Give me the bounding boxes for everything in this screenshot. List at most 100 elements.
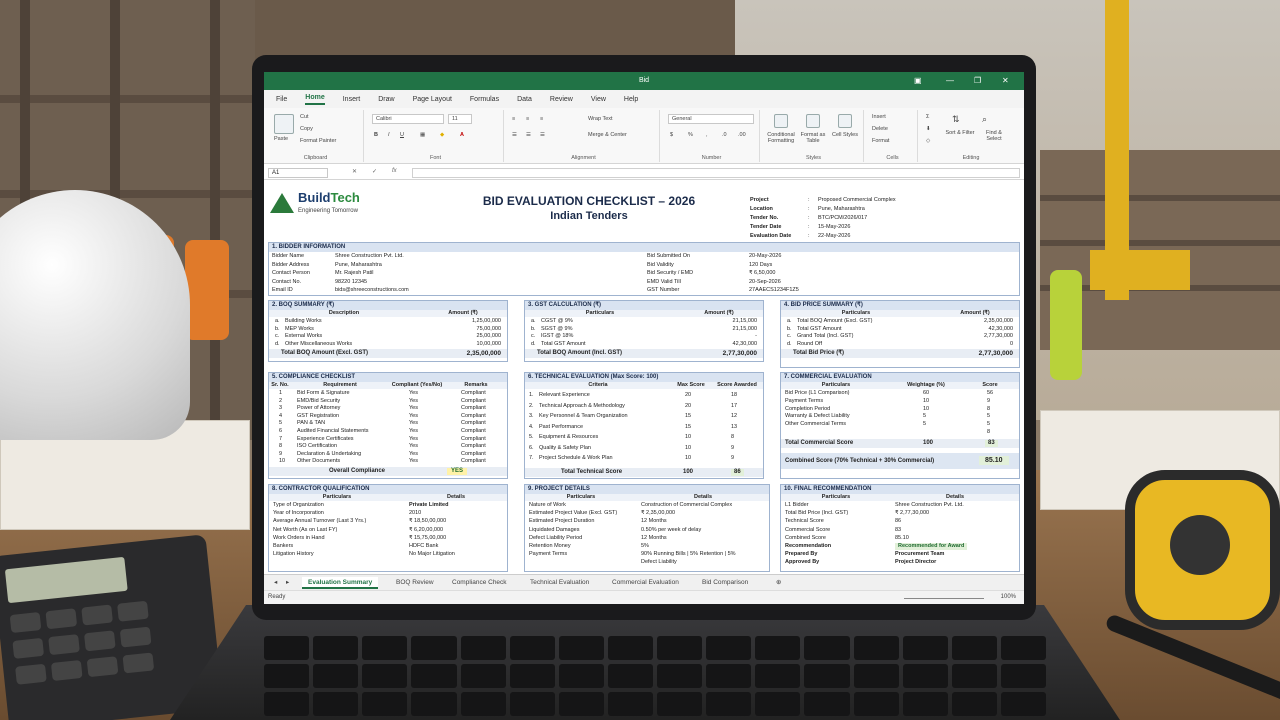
project-info-row: Tender No.: BTC/PCM/2026/017 [750,214,896,223]
name-box[interactable]: A1 [268,168,328,178]
score: 5 [987,413,991,420]
cancel-icon[interactable]: ✕ [352,168,357,175]
align-center-icon[interactable]: ☰ [526,132,531,138]
autosum-icon[interactable]: Σ [926,114,929,120]
row-amount: 25,00,000 [476,333,501,339]
align-middle-icon[interactable]: ≡ [526,116,529,122]
ribbon-display-icon[interactable]: ▣ [914,76,922,85]
tab-bid-comparison[interactable]: Bid Comparison [696,577,754,589]
italic-icon[interactable]: I [388,132,390,138]
percent-icon[interactable]: % [688,132,693,138]
align-bottom-icon[interactable]: ≡ [540,116,543,122]
format-table-button[interactable]: Format as Table [798,132,828,144]
project-info-colon: : [808,197,810,203]
project-info-key: Tender No. [750,215,779,221]
borders-icon[interactable]: ▦ [420,132,425,138]
row-index: 3. [529,413,534,419]
cell-styles-icon[interactable] [838,114,852,128]
sort-filter-button[interactable]: Sort & Filter [944,130,976,136]
compliance-checklist-section: 5. COMPLIANCE CHECKLIST Sr. No. Requireme… [268,372,508,479]
page-subtitle: Indian Tenders [550,210,628,222]
find-select-icon[interactable]: ⌕ [982,114,987,125]
align-top-icon[interactable]: ≡ [512,116,515,122]
tab-technical-evaluation[interactable]: Technical Evaluation [524,577,595,589]
close-icon[interactable]: ✕ [1002,76,1009,85]
add-sheet-icon[interactable]: ⊕ [770,577,787,589]
conditional-formatting-button[interactable]: Conditional Formatting [766,132,796,144]
menu-view[interactable]: View [591,96,606,103]
align-right-icon[interactable]: ☰ [540,132,545,138]
project-info-key: Location [750,206,773,212]
menu-help[interactable]: Help [624,96,638,103]
project-info-row: Location: Pune, Maharashtra [750,205,896,214]
wrap-text-button[interactable]: Wrap Text [588,116,613,122]
project-info-key: Tender Date [750,224,782,230]
format-painter-button[interactable]: Format Painter [300,138,336,144]
minimize-icon[interactable]: — [946,76,954,85]
cell-styles-button[interactable]: Cell Styles [830,132,860,138]
project-info-key: Project [750,197,769,203]
font-name-select[interactable]: Calibri [372,114,444,124]
enter-icon[interactable]: ✓ [372,168,377,175]
comma-icon[interactable]: , [706,132,708,138]
number-label: Number [701,155,722,161]
currency-icon[interactable]: $ [670,132,673,138]
table-header: Remarks [445,382,507,389]
row-amount: 2,35,00,000 [983,318,1013,324]
menu-data[interactable]: Data [517,96,532,103]
bidder-field-label: Bid Validity [647,261,674,268]
tab-nav-right-icon[interactable]: ▸ [280,577,295,589]
cut-button[interactable]: Cut [300,114,309,120]
underline-icon[interactable]: U [400,132,404,138]
menu-formulas[interactable]: Formulas [470,96,499,103]
fx-icon[interactable]: fx [392,168,397,174]
maximize-icon[interactable]: ❐ [974,76,981,85]
detail-value: ₹ 2,77,30,000 [895,510,930,517]
find-select-button[interactable]: Find & Select [978,130,1010,142]
detail-value: 83 [895,526,902,533]
detail-label: Estimated Project Duration [529,518,595,525]
tab-boq-review[interactable]: BOQ Review [390,577,440,589]
bold-icon[interactable]: B [374,132,378,138]
delete-cells-button[interactable]: Delete [872,126,888,132]
tab-commercial-evaluation[interactable]: Commercial Evaluation [606,577,685,589]
zoom-level[interactable]: 100% [1001,594,1016,600]
menu-home[interactable]: Home [305,94,325,105]
format-table-icon[interactable] [806,114,820,128]
tab-evaluation-summary[interactable]: Evaluation Summary [302,577,379,589]
menu-page-layout[interactable]: Page Layout [413,96,452,103]
row-index: 7 [279,435,283,442]
align-left-icon[interactable]: ☰ [512,132,517,138]
tab-compliance-check[interactable]: Compliance Check [446,577,513,589]
detail-value: No Major Litigation [409,551,455,558]
decimal-increase-icon[interactable]: .0 [722,132,727,138]
merge-center-button[interactable]: Merge & Center [588,132,627,138]
sort-filter-icon[interactable]: ⇅ [952,114,960,125]
detail-label: Net Worth (As on Last FY) [273,526,338,533]
row-index: 1. [529,392,534,398]
paste-icon[interactable] [274,114,294,134]
menu-review[interactable]: Review [550,96,573,103]
copy-button[interactable]: Copy [300,126,313,132]
score-awarded: 13 [731,423,738,430]
menu-file[interactable]: File [276,96,287,103]
worksheet[interactable]: BuildTech Engineering Tomorrow BID EVALU… [264,182,1024,574]
number-format-select[interactable]: General [668,114,754,124]
format-cells-button[interactable]: Format [872,138,889,144]
detail-value: 90% Running Bills | 5% Retention | 5% [641,551,736,558]
font-color-icon[interactable]: A [460,132,464,138]
section-title: 9. PROJECT DETAILS [525,485,769,494]
conditional-formatting-icon[interactable] [774,114,788,128]
paste-button[interactable]: Paste [274,136,288,142]
fill-color-icon[interactable]: ◆ [440,132,444,138]
menu-insert[interactable]: Insert [343,96,361,103]
zoom-slider[interactable] [904,598,984,599]
insert-cells-button[interactable]: Insert [872,114,886,120]
font-size-select[interactable]: 11 [448,114,472,124]
decimal-decrease-icon[interactable]: .00 [738,132,746,138]
formula-input[interactable] [412,168,1020,178]
menu-draw[interactable]: Draw [378,96,394,103]
row-index: d. [787,340,792,347]
clear-icon[interactable]: ◇ [926,138,930,144]
fill-icon[interactable]: ⬇ [926,126,931,132]
